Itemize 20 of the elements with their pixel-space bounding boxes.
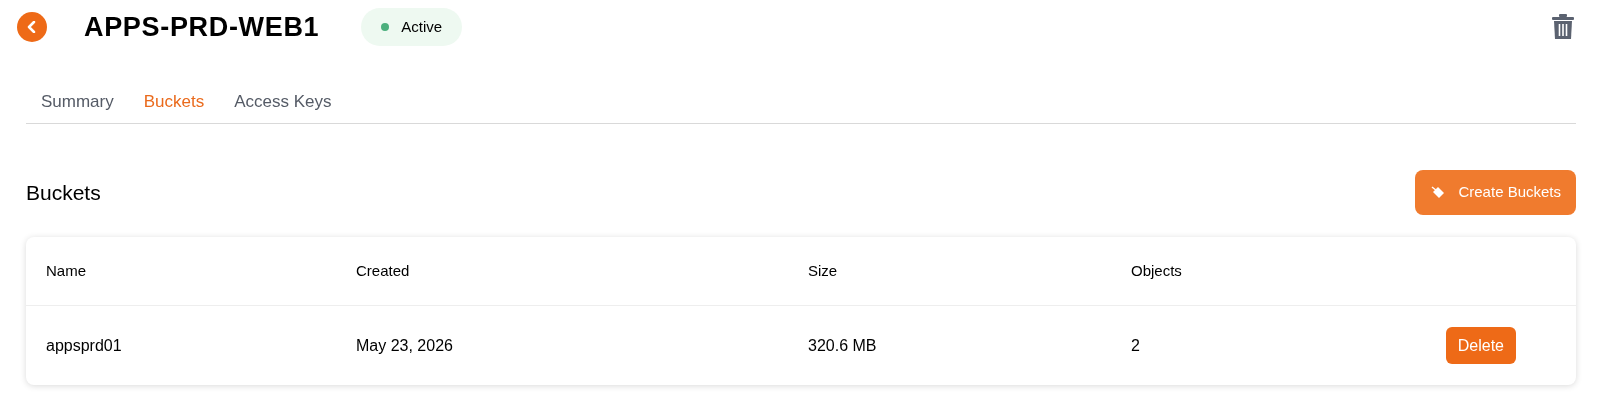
- table-cell: 320.6 MB: [808, 336, 877, 354]
- status-badge: Active: [361, 8, 463, 46]
- column-header: Size: [808, 262, 838, 279]
- page-title: APPS-PRD-WEB1: [84, 10, 320, 44]
- column-header: Objects: [1131, 262, 1182, 279]
- delete-icon[interactable]: [1552, 14, 1574, 40]
- table-cell: 2: [1131, 336, 1140, 354]
- section-title: Buckets: [26, 179, 101, 206]
- back-button[interactable]: [17, 12, 47, 42]
- paint-bucket-icon: [1430, 184, 1447, 201]
- column-header: Created: [356, 262, 410, 279]
- tab[interactable]: Summary: [41, 89, 114, 115]
- table-cell: appsprd01: [46, 336, 122, 354]
- tab[interactable]: Buckets: [143, 89, 205, 115]
- chevron-left-icon: [26, 21, 38, 33]
- table-cell: May 23, 2026: [356, 336, 453, 354]
- tab[interactable]: Access Keys: [234, 89, 332, 115]
- delete-button[interactable]: Delete: [1445, 327, 1516, 364]
- create-buckets-button[interactable]: Create Buckets: [1415, 170, 1576, 215]
- column-header: Name: [46, 262, 86, 279]
